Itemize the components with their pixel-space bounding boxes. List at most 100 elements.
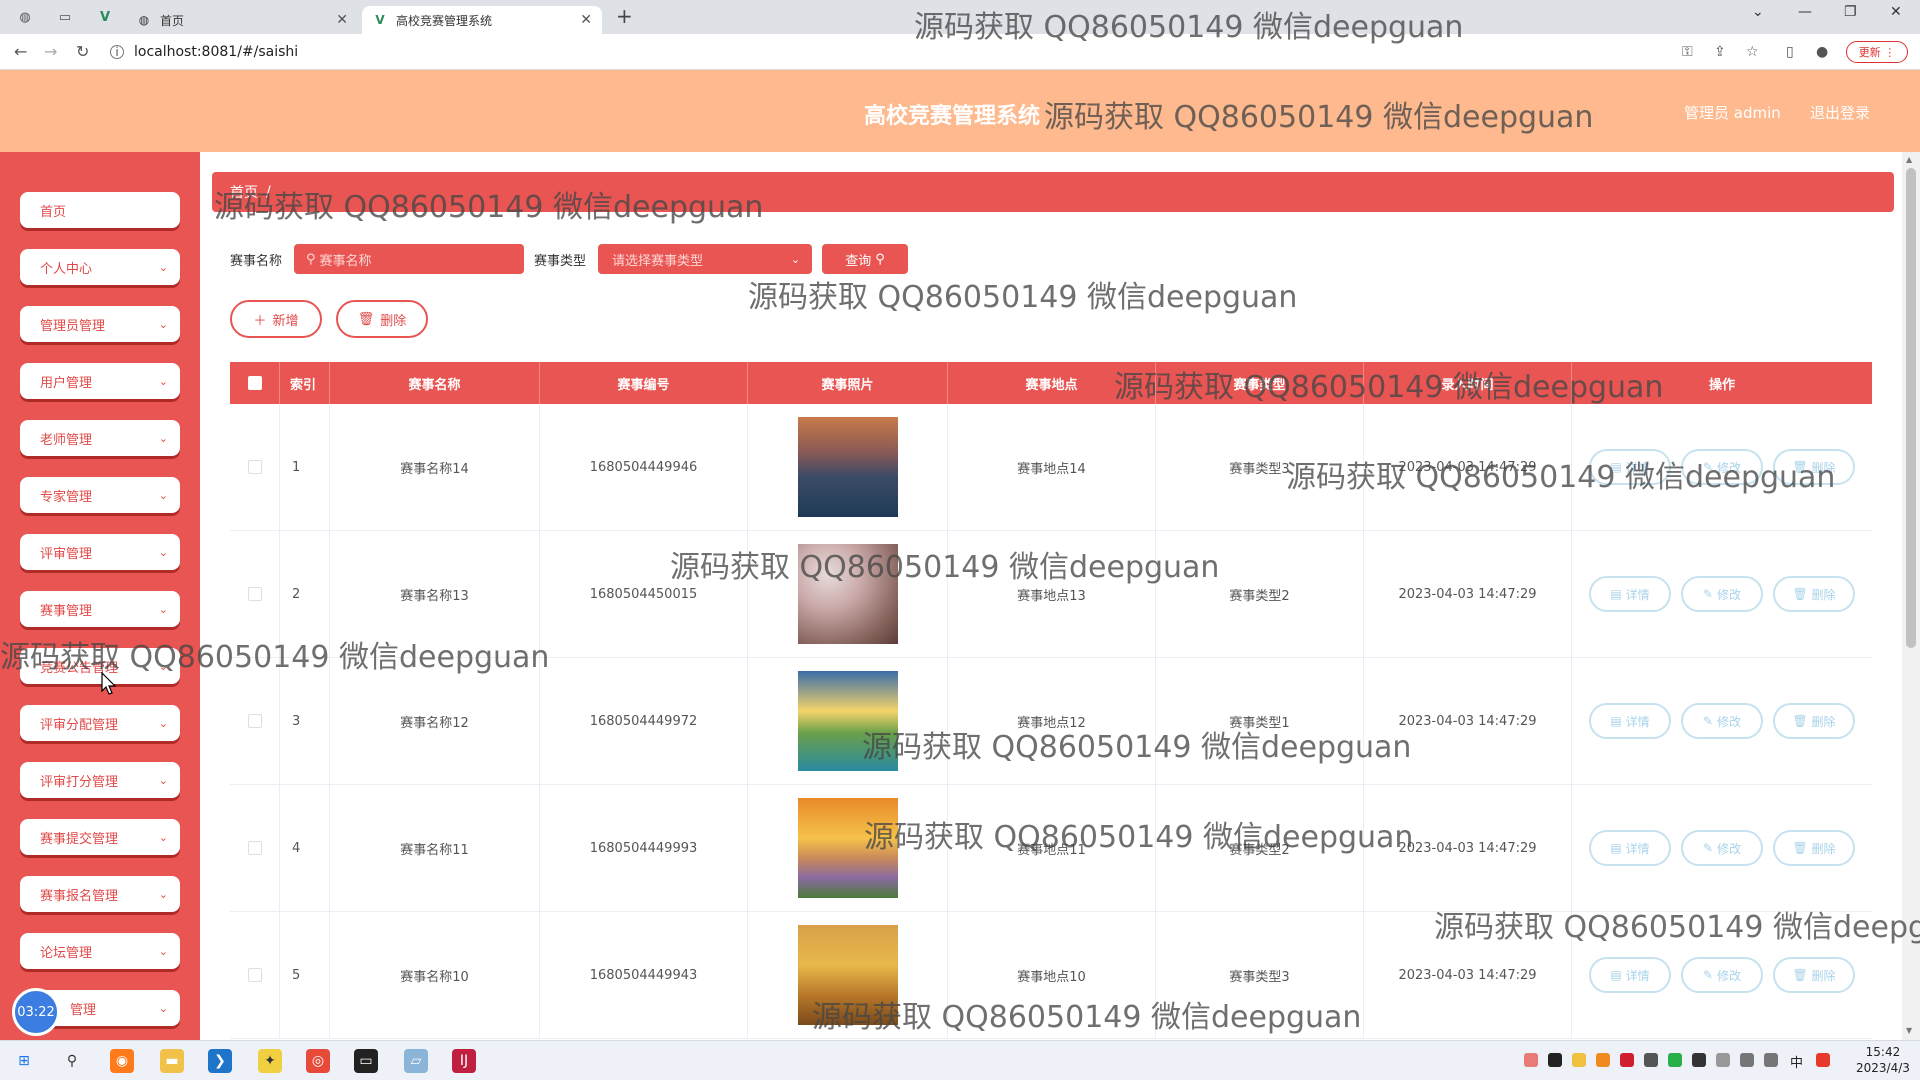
row-checkbox[interactable] bbox=[247, 460, 262, 474]
row-checkbox[interactable] bbox=[247, 587, 262, 601]
detail-button[interactable]: ▤ 详情 bbox=[1589, 449, 1671, 485]
edit-button[interactable]: ✎ 修改 bbox=[1681, 830, 1763, 866]
name-search-input[interactable]: ⚲ 赛事名称 bbox=[294, 244, 525, 274]
file-explorer-icon[interactable]: ▬ bbox=[160, 1049, 184, 1073]
share-icon[interactable]: ⇪ bbox=[1714, 44, 1726, 60]
terminal-icon[interactable]: ▭ bbox=[354, 1049, 378, 1073]
sidebar-item-registrations[interactable]: 赛事报名管理 ⌄ bbox=[20, 876, 180, 912]
tray-app-icon[interactable] bbox=[1524, 1053, 1538, 1067]
vscode-icon[interactable]: ❯ bbox=[208, 1049, 232, 1073]
star-icon[interactable]: ☆ bbox=[1746, 44, 1759, 60]
search-icon[interactable]: ⚲ bbox=[60, 1049, 84, 1073]
row-checkbox[interactable] bbox=[247, 968, 262, 982]
delete-button[interactable]: 🗑 删除 bbox=[1773, 576, 1855, 612]
select-all-checkbox[interactable] bbox=[247, 376, 262, 390]
main-content: 首页 / 赛事名称 ⚲ 赛事名称 赛事类型 请选择赛事类型 ⌄ 查询 ⚲ ＋ 新… bbox=[200, 152, 1900, 1040]
page-scrollbar[interactable]: ▲ ▼ bbox=[1902, 152, 1920, 1040]
detail-button[interactable]: ▤ 详情 bbox=[1589, 576, 1671, 612]
row-checkbox[interactable] bbox=[247, 714, 262, 728]
sidebar-item-profile[interactable]: 个人中心 ⌄ bbox=[20, 249, 180, 285]
sidebar-item-submissions[interactable]: 赛事提交管理 ⌄ bbox=[20, 819, 180, 855]
sidebar-item-competitions[interactable]: 赛事管理 ⌄ bbox=[20, 591, 180, 627]
logout-link[interactable]: 退出登录 bbox=[1810, 102, 1870, 123]
query-button[interactable]: 查询 ⚲ bbox=[822, 244, 909, 274]
competition-photo[interactable] bbox=[797, 417, 898, 517]
delete-button[interactable]: 🗑 删除 bbox=[1773, 830, 1855, 866]
sidebar-item-experts[interactable]: 专家管理 ⌄ bbox=[20, 477, 180, 513]
minimize-icon[interactable]: — bbox=[1798, 4, 1812, 20]
scroll-up-icon[interactable]: ▲ bbox=[1906, 155, 1912, 164]
scroll-down-icon[interactable]: ▼ bbox=[1906, 1026, 1912, 1035]
sidepanel-icon[interactable]: ▯ bbox=[1786, 44, 1794, 60]
competition-photo[interactable] bbox=[797, 544, 898, 644]
vue-tab-icon[interactable]: V bbox=[96, 8, 114, 26]
batch-delete-button[interactable]: 🗑 删除 bbox=[336, 300, 428, 338]
forward-icon[interactable]: → bbox=[44, 42, 57, 61]
delete-button[interactable]: 🗑 删除 bbox=[1773, 957, 1855, 993]
edit-button[interactable]: ✎ 修改 bbox=[1681, 449, 1763, 485]
competition-photo[interactable] bbox=[797, 671, 898, 771]
window-close-icon[interactable]: ✕ bbox=[1890, 4, 1902, 20]
sidebar-item-review-assign[interactable]: 评审分配管理 ⌄ bbox=[20, 705, 180, 741]
address-bar[interactable]: i localhost:8081/#/saishi bbox=[110, 39, 1690, 65]
sidebar-item-review-score[interactable]: 评审打分管理 ⌄ bbox=[20, 762, 180, 798]
sidebar-item-users[interactable]: 用户管理 ⌄ bbox=[20, 363, 180, 399]
tray-app-icon[interactable] bbox=[1572, 1053, 1586, 1067]
pinned-tab-icon[interactable]: ◍ bbox=[16, 8, 34, 26]
tray-app-icon[interactable] bbox=[1816, 1053, 1830, 1067]
battery-icon[interactable] bbox=[1716, 1053, 1730, 1067]
breadcrumb-home[interactable]: 首页 bbox=[230, 182, 258, 202]
edit-button[interactable]: ✎ 修改 bbox=[1681, 576, 1763, 612]
edit-button[interactable]: ✎ 修改 bbox=[1681, 957, 1763, 993]
edit-button[interactable]: ✎ 修改 bbox=[1681, 703, 1763, 739]
app-icon[interactable]: ✦ bbox=[258, 1049, 282, 1073]
type-select[interactable]: 请选择赛事类型 ⌄ bbox=[598, 244, 813, 274]
tray-app-icon[interactable] bbox=[1548, 1053, 1562, 1067]
detail-button[interactable]: ▤ 详情 bbox=[1589, 957, 1671, 993]
sidebar-item-reviews[interactable]: 评审管理 ⌄ bbox=[20, 534, 180, 570]
notepad-icon[interactable]: ▱ bbox=[404, 1049, 428, 1073]
pinned-tab-icon[interactable]: ▭ bbox=[56, 8, 74, 26]
sidebar-item-teachers[interactable]: 老师管理 ⌄ bbox=[20, 420, 180, 456]
sidebar-item-admins[interactable]: 管理员管理 ⌄ bbox=[20, 306, 180, 342]
close-icon[interactable]: ✕ bbox=[336, 12, 348, 28]
delete-button[interactable]: 🗑 删除 bbox=[1773, 449, 1855, 485]
browser-tab-active[interactable]: V 高校竞赛管理系统 ✕ bbox=[362, 6, 602, 34]
delete-button[interactable]: 🗑 删除 bbox=[1773, 703, 1855, 739]
chrome-icon[interactable]: ◎ bbox=[306, 1049, 330, 1073]
wifi-icon[interactable] bbox=[1740, 1053, 1754, 1067]
maximize-icon[interactable]: ❐ bbox=[1844, 4, 1857, 20]
recording-timer[interactable]: 03:22 bbox=[12, 988, 60, 1036]
delete-label: 删除 bbox=[1811, 968, 1836, 983]
firefox-icon[interactable]: ◉ bbox=[110, 1049, 134, 1073]
reload-icon[interactable]: ↻ bbox=[76, 42, 89, 61]
tray-app-icon[interactable] bbox=[1596, 1053, 1610, 1067]
tab-search-icon[interactable]: ⌄ bbox=[1752, 4, 1764, 20]
info-icon[interactable]: i bbox=[110, 45, 124, 59]
detail-button[interactable]: ▤ 详情 bbox=[1589, 703, 1671, 739]
volume-icon[interactable] bbox=[1764, 1053, 1778, 1067]
sidebar-item-forum[interactable]: 论坛管理 ⌄ bbox=[20, 933, 180, 969]
sidebar-item-home[interactable]: 首页 bbox=[20, 192, 180, 228]
scrollbar-thumb[interactable] bbox=[1906, 168, 1916, 648]
tray-app-icon[interactable] bbox=[1644, 1053, 1658, 1067]
ime-indicator[interactable]: 中 bbox=[1790, 1052, 1803, 1071]
close-icon[interactable]: ✕ bbox=[580, 12, 592, 28]
row-checkbox[interactable] bbox=[247, 841, 262, 855]
tray-app-icon[interactable] bbox=[1692, 1053, 1706, 1067]
wechat-icon[interactable] bbox=[1668, 1053, 1682, 1067]
competition-photo[interactable] bbox=[797, 798, 898, 898]
tray-app-icon[interactable] bbox=[1620, 1053, 1634, 1067]
add-button[interactable]: ＋ 新增 bbox=[230, 300, 322, 338]
detail-button[interactable]: ▤ 详情 bbox=[1589, 830, 1671, 866]
update-button[interactable]: 更新 ⋮ bbox=[1846, 41, 1908, 63]
key-icon[interactable]: ⚿ bbox=[1682, 44, 1693, 60]
clock[interactable]: 15:42 2023/4/3 bbox=[1856, 1044, 1910, 1076]
ide-icon[interactable]: IJ bbox=[452, 1049, 476, 1073]
profile-icon[interactable]: ● bbox=[1816, 44, 1828, 60]
new-tab-icon[interactable]: + bbox=[616, 4, 633, 28]
competition-photo[interactable] bbox=[797, 925, 898, 1025]
windows-start-icon[interactable]: ⊞ bbox=[12, 1049, 36, 1073]
back-icon[interactable]: ← bbox=[14, 42, 27, 61]
browser-tab-home[interactable]: ◍ 首页 ✕ bbox=[126, 6, 358, 34]
